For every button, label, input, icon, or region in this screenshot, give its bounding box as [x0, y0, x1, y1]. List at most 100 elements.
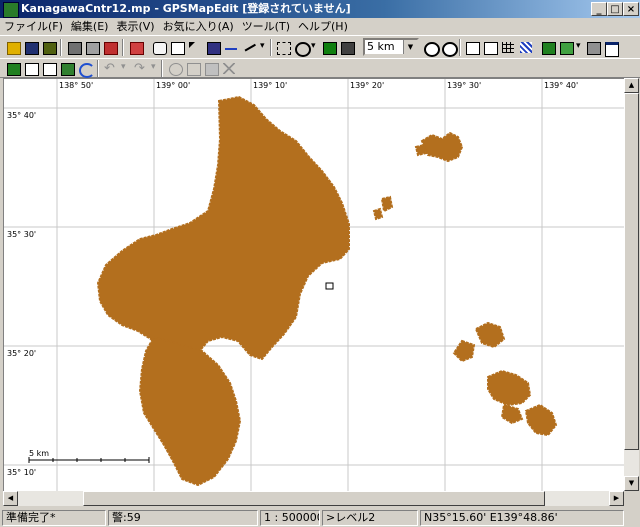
island-9[interactable]: [372, 207, 384, 221]
menu-tools[interactable]: ツール(T): [238, 18, 294, 35]
scroll-up-icon[interactable]: ▲: [624, 78, 639, 93]
island-5[interactable]: [500, 403, 524, 425]
grid-icon[interactable]: [499, 39, 517, 56]
lon-label-139-20: 139° 20': [350, 81, 384, 90]
island-3[interactable]: [452, 339, 476, 363]
zoom-rect-icon[interactable]: [168, 39, 186, 56]
status-scale: 1 : 500000: [260, 510, 320, 526]
cut-icon[interactable]: [166, 60, 184, 77]
lat-label-35-20: 35° 20': [7, 349, 36, 358]
move-icon[interactable]: [292, 39, 311, 57]
window-icon[interactable]: [602, 39, 620, 57]
measure-icon[interactable]: [127, 39, 145, 56]
lon-label-139-10: 139° 10': [253, 81, 287, 90]
transform-icon[interactable]: [274, 39, 292, 56]
title-bar: KanagawaCntr12.mp - GPSMapEdit [登録されていませ…: [0, 0, 640, 18]
lat-label-35-30: 35° 30': [7, 230, 36, 239]
scale-bar: 5 km: [28, 449, 150, 463]
menu-view[interactable]: 表示(V): [112, 18, 158, 35]
scale-select-value: 5 km: [367, 40, 395, 53]
lon-label-139-00: 139° 00': [156, 81, 190, 90]
show-numbers-icon[interactable]: [481, 39, 499, 56]
edit-nodes-icon[interactable]: [222, 39, 240, 56]
layers-icon[interactable]: [584, 39, 602, 56]
menu-help[interactable]: ヘルプ(H): [294, 18, 352, 35]
document-icon[interactable]: [22, 60, 40, 77]
create-polyline-dropdown[interactable]: ▾: [260, 41, 265, 51]
scroll-right-icon[interactable]: ▶: [609, 491, 624, 506]
undo-icon[interactable]: ↶: [104, 61, 115, 76]
island-8[interactable]: [380, 195, 394, 213]
southern-peninsula[interactable]: [138, 335, 242, 487]
ruler-icon[interactable]: [338, 39, 356, 56]
gps-waypoint-icon[interactable]: [101, 39, 119, 56]
scale-select[interactable]: 5 km ▼: [363, 38, 419, 56]
move-dropdown[interactable]: ▾: [311, 41, 316, 51]
open-folder-icon[interactable]: [4, 39, 22, 56]
menu-favorites[interactable]: お気に入り(A): [159, 18, 238, 35]
lon-label-139-40: 139° 40': [544, 81, 578, 90]
menu-file[interactable]: ファイル(F): [0, 18, 67, 35]
create-polyline-icon[interactable]: [240, 39, 258, 56]
routing-icon[interactable]: [539, 39, 557, 56]
snap-dropdown[interactable]: ▾: [576, 41, 581, 51]
menu-bar: ファイル(F) 編集(E) 表示(V) お気に入り(A) ツール(T) ヘルプ(H): [0, 18, 640, 35]
save-all-icon[interactable]: [40, 39, 58, 56]
route-icon[interactable]: [320, 39, 338, 56]
show-labels-icon[interactable]: [463, 39, 481, 56]
menu-edit[interactable]: 編集(E): [67, 18, 113, 35]
map-canvas[interactable]: 138° 50' 139° 00' 139° 10' 139° 20' 139°…: [3, 78, 626, 493]
select-objects-icon[interactable]: [204, 39, 222, 56]
cursor-marker: [325, 282, 334, 290]
copy-icon[interactable]: [184, 60, 202, 77]
land-polygons[interactable]: [96, 95, 558, 487]
map-svg[interactable]: 138° 50' 139° 00' 139° 10' 139° 20' 139°…: [4, 79, 625, 492]
map-info-icon[interactable]: [40, 60, 58, 77]
island-7[interactable]: [414, 143, 428, 157]
island-6[interactable]: [524, 403, 558, 437]
zoom-out-icon[interactable]: [439, 39, 458, 57]
lat-label-35-40: 35° 40': [7, 111, 36, 120]
snap-icon[interactable]: [557, 39, 575, 56]
map-properties-icon[interactable]: [65, 39, 83, 56]
status-coords: N35°15.60' E139°48.86': [420, 510, 624, 526]
main-land-area[interactable]: [96, 95, 350, 361]
island-1[interactable]: [420, 131, 464, 163]
redo-dropdown[interactable]: ▾: [151, 62, 156, 72]
map-view-icon[interactable]: [4, 60, 22, 77]
vertical-scrollbar[interactable]: ▲ ▼: [624, 78, 639, 491]
close-button[interactable]: ×: [623, 2, 639, 16]
status-warnings[interactable]: 警:59: [108, 510, 258, 526]
chevron-down-icon[interactable]: ▼: [403, 40, 417, 54]
scroll-left-icon[interactable]: ◀: [3, 491, 18, 506]
scroll-down-icon[interactable]: ▼: [624, 476, 639, 491]
undo-dropdown[interactable]: ▾: [121, 62, 126, 72]
lon-label-139-30: 139° 30': [447, 81, 481, 90]
window-title: KanagawaCntr12.mp - GPSMapEdit [登録されていませ…: [21, 2, 351, 15]
gps-device-icon[interactable]: [58, 60, 76, 77]
lat-label-35-10: 35° 10': [7, 468, 36, 477]
scroll-corner: [624, 491, 639, 506]
print-icon[interactable]: [83, 39, 101, 56]
horizontal-scroll-thumb[interactable]: [83, 491, 545, 506]
save-icon[interactable]: [22, 39, 40, 56]
hand-pan-icon[interactable]: [150, 39, 168, 56]
hatch-icon[interactable]: [517, 39, 535, 56]
app-icon[interactable]: [3, 2, 19, 18]
lon-label-138-50: 138° 50': [59, 81, 93, 90]
google-icon[interactable]: [76, 60, 95, 78]
delete-icon[interactable]: [220, 60, 238, 77]
paste-icon[interactable]: [202, 60, 220, 77]
island-4[interactable]: [487, 369, 532, 407]
edit-toolbar: ↶ ▾ ↷ ▾: [0, 58, 640, 78]
select-arrow-icon[interactable]: [186, 39, 204, 56]
vertical-scroll-thumb[interactable]: [624, 93, 639, 450]
maximize-button[interactable]: □: [607, 2, 623, 16]
main-toolbar: ▾ ▾ 5 km ▼ ▾: [0, 35, 640, 59]
horizontal-scrollbar[interactable]: ◀ ▶: [3, 491, 624, 506]
status-bar: 準備完了* 警:59 1 : 500000 >レベル2 N35°15.60' E…: [0, 508, 640, 527]
island-2[interactable]: [474, 321, 506, 349]
redo-icon[interactable]: ↷: [134, 61, 145, 76]
minimize-button[interactable]: _: [591, 2, 607, 16]
zoom-in-icon[interactable]: [421, 39, 440, 57]
